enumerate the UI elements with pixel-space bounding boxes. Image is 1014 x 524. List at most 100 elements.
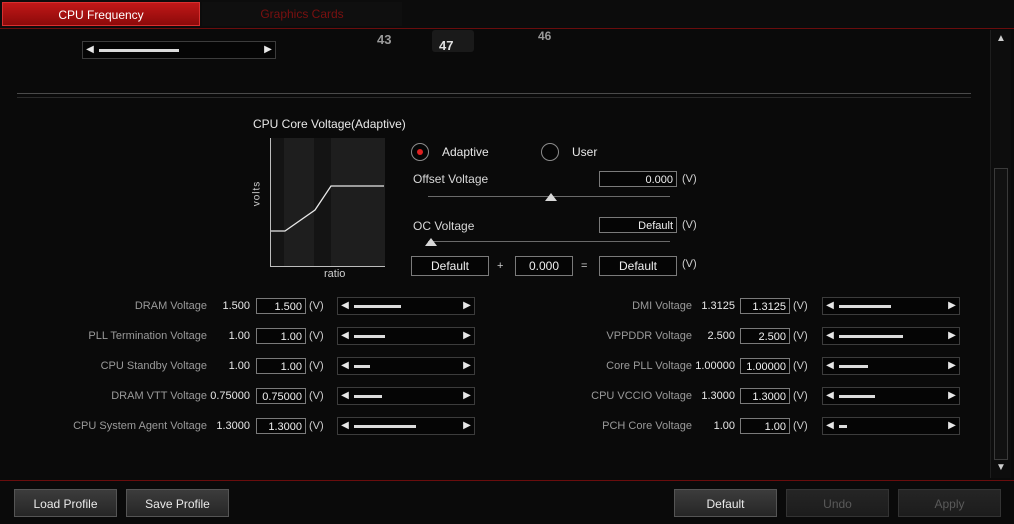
- voltage-input[interactable]: 1.3000: [740, 388, 790, 404]
- slider-right-arrow-icon[interactable]: ▶: [262, 42, 274, 58]
- slider-left-arrow-icon[interactable]: ◀: [339, 388, 351, 404]
- load-profile-button[interactable]: Load Profile: [14, 489, 117, 517]
- current-voltage-value: 1.00: [228, 330, 250, 342]
- current-voltage-value: 1.3125: [701, 300, 735, 312]
- ratio-marker: 43: [377, 32, 392, 47]
- voltage-label: PCH Core Voltage: [602, 420, 692, 432]
- oc-voltage-field[interactable]: Default: [599, 217, 677, 233]
- apply-button[interactable]: Apply: [898, 489, 1001, 517]
- slider-right-arrow-icon[interactable]: ▶: [946, 418, 958, 434]
- voltage-slider[interactable]: ◀ ▶: [337, 417, 475, 435]
- voltage-slider[interactable]: ◀ ▶: [337, 387, 475, 405]
- current-voltage-value: 2.500: [707, 330, 735, 342]
- current-voltage-value: 1.00: [713, 420, 735, 432]
- unit-label: (V): [793, 390, 808, 402]
- slider-left-arrow-icon[interactable]: ◀: [84, 42, 96, 58]
- slider-right-arrow-icon[interactable]: ▶: [461, 388, 473, 404]
- oc-track[interactable]: [428, 241, 670, 242]
- unit-label: (V): [682, 219, 697, 231]
- voltage-input[interactable]: 2.500: [740, 328, 790, 344]
- voltage-input[interactable]: 1.3000: [256, 418, 306, 434]
- voltage-slider[interactable]: ◀ ▶: [822, 417, 960, 435]
- voltage-input[interactable]: 1.500: [256, 298, 306, 314]
- voltage-slider[interactable]: ◀ ▶: [822, 357, 960, 375]
- oc-voltage-label: OC Voltage: [413, 219, 475, 233]
- default-button[interactable]: Default: [674, 489, 777, 517]
- scroll-up-icon[interactable]: ▲: [994, 32, 1008, 46]
- tab-cpu-frequency[interactable]: CPU Frequency: [2, 2, 200, 26]
- slider-right-arrow-icon[interactable]: ▶: [461, 358, 473, 374]
- voltage-input[interactable]: 1.00: [256, 328, 306, 344]
- unit-label: (V): [309, 420, 324, 432]
- unit-label: (V): [309, 330, 324, 342]
- slider-bar[interactable]: [354, 365, 370, 368]
- offset-thumb[interactable]: [545, 193, 557, 201]
- voltage-slider[interactable]: ◀ ▶: [337, 327, 475, 345]
- slider-left-arrow-icon[interactable]: ◀: [824, 388, 836, 404]
- voltage-label: CPU System Agent Voltage: [73, 420, 207, 432]
- voltage-label: VPPDDR Voltage: [606, 330, 692, 342]
- voltage-slider[interactable]: ◀ ▶: [822, 297, 960, 315]
- slider-left-arrow-icon[interactable]: ◀: [824, 358, 836, 374]
- slider-left-arrow-icon[interactable]: ◀: [824, 328, 836, 344]
- slider-bar[interactable]: [354, 305, 401, 308]
- slider-bar[interactable]: [839, 365, 868, 368]
- current-voltage-value: 1.500: [222, 300, 250, 312]
- radio-user-label: User: [572, 145, 598, 159]
- offset-voltage-field[interactable]: 0.000: [599, 171, 677, 187]
- radio-user[interactable]: [541, 143, 559, 161]
- slider-left-arrow-icon[interactable]: ◀: [339, 328, 351, 344]
- slider-bar[interactable]: [99, 49, 179, 52]
- slider-left-arrow-icon[interactable]: ◀: [339, 358, 351, 374]
- slider-right-arrow-icon[interactable]: ▶: [461, 298, 473, 314]
- slider-bar[interactable]: [839, 305, 891, 308]
- tab-graphics-cards[interactable]: Graphics Cards: [202, 2, 402, 26]
- undo-button[interactable]: Undo: [786, 489, 889, 517]
- oc-thumb[interactable]: [425, 238, 437, 246]
- slider-bar[interactable]: [354, 395, 382, 398]
- top-partial-slider[interactable]: ◀ ▶: [82, 41, 276, 59]
- graph-ylabel: volts: [251, 180, 263, 207]
- slider-right-arrow-icon[interactable]: ▶: [461, 328, 473, 344]
- slider-bar[interactable]: [839, 335, 903, 338]
- slider-right-arrow-icon[interactable]: ▶: [946, 388, 958, 404]
- formula-equals: =: [581, 260, 588, 272]
- voltage-input[interactable]: 1.00000: [740, 358, 790, 374]
- current-voltage-value: 1.00000: [695, 360, 735, 372]
- unit-label: (V): [682, 173, 697, 185]
- current-voltage-value: 1.3000: [701, 390, 735, 402]
- formula-base-field: Default: [411, 256, 489, 276]
- voltage-label: DRAM Voltage: [134, 300, 207, 312]
- slider-bar[interactable]: [354, 335, 385, 338]
- scroll-down-icon[interactable]: ▼: [994, 461, 1008, 475]
- scrollbar[interactable]: ▲ ▼: [990, 30, 1011, 478]
- slider-bar[interactable]: [839, 425, 847, 428]
- slider-left-arrow-icon[interactable]: ◀: [824, 418, 836, 434]
- voltage-slider[interactable]: ◀ ▶: [337, 357, 475, 375]
- unit-label: (V): [793, 300, 808, 312]
- voltage-slider[interactable]: ◀ ▶: [822, 327, 960, 345]
- slider-bar[interactable]: [839, 395, 875, 398]
- unit-label: (V): [682, 258, 697, 270]
- slider-right-arrow-icon[interactable]: ▶: [946, 328, 958, 344]
- voltage-input[interactable]: 1.3125: [740, 298, 790, 314]
- radio-adaptive[interactable]: [411, 143, 429, 161]
- voltage-input[interactable]: 1.00: [740, 418, 790, 434]
- slider-right-arrow-icon[interactable]: ▶: [461, 418, 473, 434]
- slider-right-arrow-icon[interactable]: ▶: [946, 298, 958, 314]
- slider-left-arrow-icon[interactable]: ◀: [339, 418, 351, 434]
- save-profile-button[interactable]: Save Profile: [126, 489, 229, 517]
- voltage-slider[interactable]: ◀ ▶: [337, 297, 475, 315]
- scroll-thumb[interactable]: [994, 168, 1008, 460]
- unit-label: (V): [309, 390, 324, 402]
- voltage-input[interactable]: 1.00: [256, 358, 306, 374]
- slider-left-arrow-icon[interactable]: ◀: [824, 298, 836, 314]
- slider-right-arrow-icon[interactable]: ▶: [946, 358, 958, 374]
- offset-voltage-label: Offset Voltage: [413, 172, 489, 186]
- slider-left-arrow-icon[interactable]: ◀: [339, 298, 351, 314]
- slider-bar[interactable]: [354, 425, 416, 428]
- current-voltage-value: 1.00: [228, 360, 250, 372]
- voltage-slider[interactable]: ◀ ▶: [822, 387, 960, 405]
- voltage-input[interactable]: 0.75000: [256, 388, 306, 404]
- graph-xlabel: ratio: [324, 268, 346, 280]
